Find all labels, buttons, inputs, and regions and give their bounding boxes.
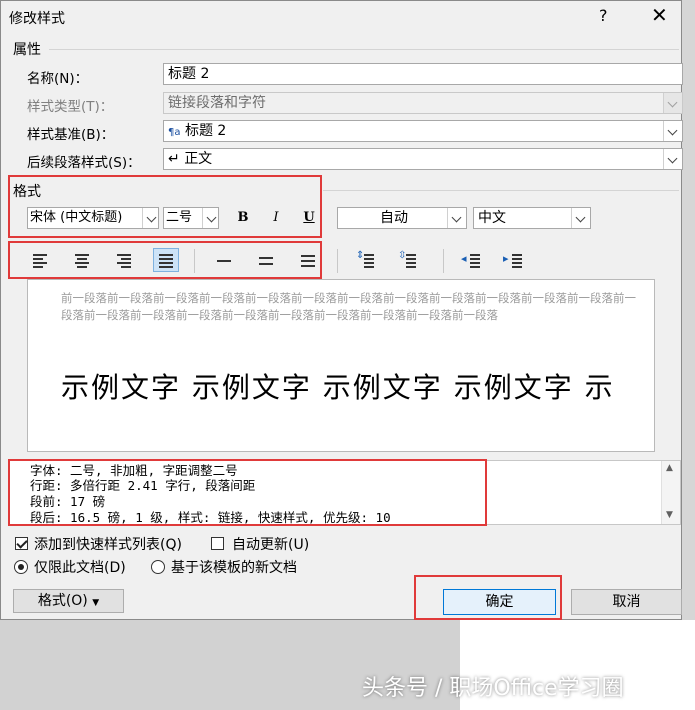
description-highlight-box <box>8 459 487 526</box>
language-select[interactable]: 中文 <box>473 207 591 229</box>
chevron-down-icon <box>447 208 466 228</box>
align-right-button[interactable] <box>111 248 137 272</box>
style-base-label: 样式基准(B)： <box>27 127 115 143</box>
only-this-document-label: 仅限此文档(D) <box>34 560 126 576</box>
size-select[interactable]: 二号 <box>163 207 219 229</box>
style-type-value: 链接段落和字符 <box>168 95 266 111</box>
next-style-label: 后续段落样式(S)： <box>27 155 141 171</box>
format-menu-label: 格式(O) <box>37 593 88 609</box>
help-button[interactable]: ? <box>599 6 608 25</box>
close-button[interactable]: ✕ <box>651 3 668 27</box>
auto-update-label: 自动更新(U) <box>232 537 310 553</box>
only-this-document-radio[interactable] <box>14 560 28 574</box>
chevron-down-icon <box>663 121 682 141</box>
sample-text: 示例文字 示例文字 示例文字 示例文字 示 <box>61 371 615 404</box>
toolbar-separator <box>443 249 444 273</box>
scroll-down-icon[interactable]: ▼ <box>666 510 673 520</box>
previous-paragraph-text: 前一段落前一段落前一段落前一段落前一段落前一段落前一段落前一段落前一段落前一段落… <box>61 291 636 322</box>
single-spacing-button[interactable] <box>211 248 237 272</box>
bold-button[interactable]: B <box>232 207 254 229</box>
return-icon: ↵ <box>168 151 180 167</box>
add-to-quick-styles-label: 添加到快速样式列表(Q) <box>34 537 182 553</box>
align-left-button[interactable] <box>27 248 53 272</box>
dropdown-arrow-icon: ▼ <box>92 598 100 608</box>
one-half-spacing-button[interactable] <box>253 248 279 272</box>
ok-label: 确定 <box>485 594 514 610</box>
name-label: 名称(N)： <box>27 71 89 87</box>
chevron-down-icon <box>663 149 682 169</box>
style-base-value: 标题 2 <box>184 123 227 139</box>
name-value: 标题 2 <box>168 66 210 82</box>
toolbar-separator <box>194 249 195 273</box>
next-style-select[interactable]: ↵ 正文 <box>163 148 683 170</box>
modify-style-dialog: 修改样式 ? ✕ 属性 名称(N)： 标题 2 样式类型(T)： 链接段落和字符… <box>0 0 683 620</box>
style-preview-pane: 前一段落前一段落前一段落前一段落前一段落前一段落前一段落前一段落前一段落前一段落… <box>27 279 655 452</box>
font-value: 宋体 (中文标题) <box>30 210 123 225</box>
watermark-text: 头条号 / 职场Office学习圈 <box>362 676 624 701</box>
font-select[interactable]: 宋体 (中文标题) <box>27 207 159 229</box>
dialog-title: 修改样式 <box>9 11 65 27</box>
italic-button[interactable]: I <box>265 207 287 229</box>
auto-update-checkbox[interactable] <box>211 537 224 550</box>
ok-button[interactable]: 确定 <box>443 589 556 615</box>
chevron-down-icon <box>571 208 590 228</box>
decrease-indent-icon[interactable]: ◂ <box>459 248 485 272</box>
font-color-value: 自动 <box>380 210 408 226</box>
format-menu-button[interactable]: 格式(O) ▼ <box>13 589 124 613</box>
toolbar-separator <box>337 249 338 273</box>
font-color-select[interactable]: 自动 <box>337 207 467 229</box>
cancel-button[interactable]: 取消 <box>571 589 682 615</box>
increase-indent-icon[interactable]: ▸ <box>501 248 527 272</box>
style-type-label: 样式类型(T)： <box>27 99 114 115</box>
increase-paragraph-spacing-icon[interactable]: ⇕ <box>353 248 379 272</box>
justify-button[interactable] <box>153 248 179 272</box>
new-documents-template-label: 基于该模板的新文档 <box>171 560 297 576</box>
cancel-label: 取消 <box>612 594 641 610</box>
description-scrollbar[interactable]: ▲ ▼ <box>661 461 680 524</box>
align-center-button[interactable] <box>69 248 95 272</box>
chevron-down-icon <box>663 93 682 113</box>
paragraph-style-icon: ¶a <box>168 127 181 138</box>
underline-button[interactable]: U <box>298 207 320 229</box>
double-spacing-button[interactable] <box>295 248 321 272</box>
scroll-up-icon[interactable]: ▲ <box>666 463 673 473</box>
new-documents-template-radio[interactable] <box>151 560 165 574</box>
style-type-select[interactable]: 链接段落和字符 <box>163 92 683 114</box>
next-style-value: 正文 <box>184 151 213 167</box>
add-to-quick-styles-checkbox[interactable] <box>15 537 28 550</box>
style-base-select[interactable]: ¶a 标题 2 <box>163 120 683 142</box>
size-value: 二号 <box>166 210 193 225</box>
chevron-down-icon <box>142 208 158 228</box>
decrease-paragraph-spacing-icon[interactable]: ⇳ <box>395 248 421 272</box>
divider <box>49 49 679 50</box>
name-input[interactable]: 标题 2 <box>163 63 683 85</box>
chevron-down-icon <box>202 208 218 228</box>
properties-section-title: 属性 <box>13 42 41 58</box>
divider <box>323 190 679 191</box>
language-value: 中文 <box>478 210 506 226</box>
format-section-title: 格式 <box>13 184 41 200</box>
